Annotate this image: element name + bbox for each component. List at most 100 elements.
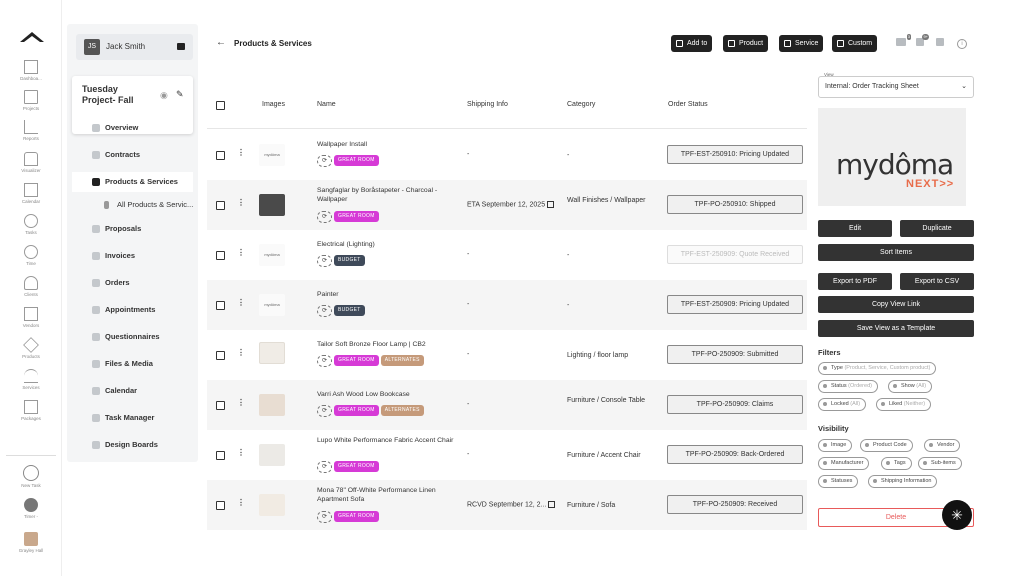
drag-handle-icon[interactable]: ⋮ [237, 248, 245, 257]
app-logo-icon[interactable] [20, 30, 44, 44]
product-thumbnail[interactable]: mydôma [259, 294, 285, 316]
item-name[interactable]: Wallpaper Install [317, 140, 462, 149]
filter-show-chip[interactable]: Show (All) [888, 380, 933, 393]
nav-overview[interactable]: Overview [72, 118, 193, 138]
rail-timer[interactable]: Timer - [0, 498, 62, 519]
table-row[interactable]: ⋮ Tailor Soft Bronze Floor Lamp | CB2 ⟳ G… [207, 330, 807, 380]
rail-new-task[interactable]: New Task [0, 465, 62, 488]
sync-icon[interactable]: ⟳ [317, 155, 332, 167]
nav-questionnaires[interactable]: Questionnaires [72, 327, 193, 347]
row-checkbox[interactable] [216, 351, 225, 360]
export-pdf-button[interactable]: Export to PDF [818, 273, 892, 290]
rail-time[interactable]: Time [0, 245, 62, 266]
copy-view-link-button[interactable]: Copy View Link [818, 296, 974, 313]
item-name[interactable]: Painter [317, 290, 462, 299]
product-thumbnail[interactable] [259, 342, 285, 364]
nav-products-services[interactable]: Products & Services [72, 172, 193, 192]
sync-icon[interactable]: ⟳ [317, 405, 332, 417]
nav-proposals[interactable]: Proposals [72, 219, 193, 239]
order-status[interactable]: TPF-PO-250909: Received [667, 495, 803, 514]
rail-projects[interactable]: Projects [0, 90, 62, 111]
order-status[interactable]: TPF-PO-250910: Shipped [667, 195, 803, 214]
item-name[interactable]: Lupo White Performance Fabric Accent Cha… [317, 436, 462, 445]
drag-handle-icon[interactable]: ⋮ [237, 448, 245, 457]
help-icon[interactable]: i [957, 39, 967, 49]
filter-locked-chip[interactable]: Locked (All) [818, 398, 867, 411]
edit-button[interactable]: Edit [818, 220, 892, 237]
notification-icon[interactable]: 9+ [916, 34, 929, 46]
drag-handle-icon[interactable]: ⋮ [237, 148, 245, 157]
eye-icon[interactable]: ◉ [160, 90, 168, 101]
rail-tasks[interactable]: Tasks [0, 214, 62, 235]
nav-all-products-services[interactable]: All Products & Servic... [72, 195, 193, 215]
table-row[interactable]: ⋮ Lupo White Performance Fabric Accent C… [207, 430, 807, 480]
sync-icon[interactable]: ⟳ [317, 511, 332, 523]
product-thumbnail[interactable]: mydôma [259, 244, 285, 266]
row-checkbox[interactable] [216, 151, 225, 160]
add-to-button[interactable]: Add to [671, 35, 713, 52]
visibility-shipping-chip[interactable]: Shipping Information [868, 475, 938, 488]
rail-services[interactable]: Services [0, 369, 62, 390]
product-thumbnail[interactable] [259, 194, 285, 216]
external-link-icon[interactable] [548, 501, 556, 508]
product-thumbnail[interactable] [259, 394, 285, 416]
nav-design-boards[interactable]: Design Boards [72, 435, 193, 455]
rail-visualizer[interactable]: Visualizer [0, 152, 62, 173]
row-checkbox[interactable] [216, 201, 225, 210]
row-checkbox[interactable] [216, 251, 225, 260]
nav-invoices[interactable]: Invoices [72, 246, 193, 266]
visibility-tags-chip[interactable]: Tags [881, 457, 912, 470]
product-thumbnail[interactable]: mydôma [259, 144, 285, 166]
rail-reports[interactable]: Reports [0, 120, 62, 141]
table-row[interactable]: ⋮ Sangfaglar by Boråstapeter - Charcoal … [207, 180, 807, 230]
external-link-icon[interactable] [547, 201, 555, 208]
alert-icon[interactable] [936, 38, 944, 46]
rail-profile[interactable]: Grayley Hall [0, 532, 62, 553]
item-name[interactable]: Tailor Soft Bronze Floor Lamp | CB2 [317, 340, 462, 349]
sync-icon[interactable]: ⟳ [317, 255, 332, 267]
edit-pencil-icon[interactable]: ✎ [176, 89, 184, 100]
item-name[interactable]: Sangfaglar by Boråstapeter - Charcoal - … [317, 186, 462, 204]
nav-calendar[interactable]: Calendar [72, 381, 193, 401]
table-row[interactable]: ⋮ mydôma Electrical (Lighting) ⟳ BUDGET -… [207, 230, 807, 280]
rail-clients[interactable]: Clients [0, 276, 62, 297]
rail-dashboard[interactable]: Dashboa... [0, 60, 62, 81]
filter-liked-chip[interactable]: Liked (Neither) [876, 398, 932, 411]
nav-orders[interactable]: Orders [72, 273, 193, 293]
drag-handle-icon[interactable]: ⋮ [237, 398, 245, 407]
visibility-manufacturer-chip[interactable]: Manufacturer [818, 457, 870, 470]
visibility-sub-items-chip[interactable]: Sub-items [918, 457, 962, 470]
visibility-image-chip[interactable]: Image [818, 439, 853, 452]
add-product-button[interactable]: Product [723, 35, 769, 52]
product-thumbnail[interactable] [259, 444, 285, 466]
nav-files-media[interactable]: Files & Media [72, 354, 193, 374]
save-template-button[interactable]: Save View as a Template [818, 320, 974, 337]
duplicate-button[interactable]: Duplicate [900, 220, 974, 237]
order-status[interactable]: TPF-EST-250909: Pricing Updated [667, 295, 803, 314]
item-name[interactable]: Mona 78" Off-White Performance Linen Apa… [317, 486, 462, 504]
product-thumbnail[interactable] [259, 494, 285, 516]
chat-icon[interactable]: 3 [896, 34, 911, 46]
rail-vendors[interactable]: Vendors [0, 307, 62, 328]
order-status[interactable]: TPF-PO-250909: Submitted [667, 345, 803, 364]
filter-type-chip[interactable]: Type (Product, Service, Custom product) [818, 362, 937, 375]
table-row[interactable]: ⋮ Varri Ash Wood Low Bookcase ⟳ GREAT ROO… [207, 380, 807, 430]
order-status[interactable]: TPF-PO-250909: Back-Ordered [667, 445, 803, 464]
visibility-vendor-chip[interactable]: Vendor [924, 439, 961, 452]
rail-packages[interactable]: Packages [0, 400, 62, 421]
sync-icon[interactable]: ⟳ [317, 355, 332, 367]
table-row[interactable]: ⋮ mydôma Painter ⟳ BUDGET - - TPF-EST-250… [207, 280, 807, 330]
order-status[interactable]: TPF-EST-250910: Pricing Updated [667, 145, 803, 164]
row-checkbox[interactable] [216, 301, 225, 310]
nav-appointments[interactable]: Appointments [72, 300, 193, 320]
item-name[interactable]: Varri Ash Wood Low Bookcase [317, 390, 462, 399]
export-csv-button[interactable]: Export to CSV [900, 273, 974, 290]
visibility-product-code-chip[interactable]: Product Code [860, 439, 913, 452]
rail-products[interactable]: Products [0, 337, 62, 359]
sync-icon[interactable]: ⟳ [317, 461, 332, 473]
drag-handle-icon[interactable]: ⋮ [237, 198, 245, 207]
item-name[interactable]: Electrical (Lighting) [317, 240, 462, 249]
filter-status-chip[interactable]: Status (Ordered) [818, 380, 878, 393]
row-checkbox[interactable] [216, 501, 225, 510]
sync-icon[interactable]: ⟳ [317, 305, 332, 317]
